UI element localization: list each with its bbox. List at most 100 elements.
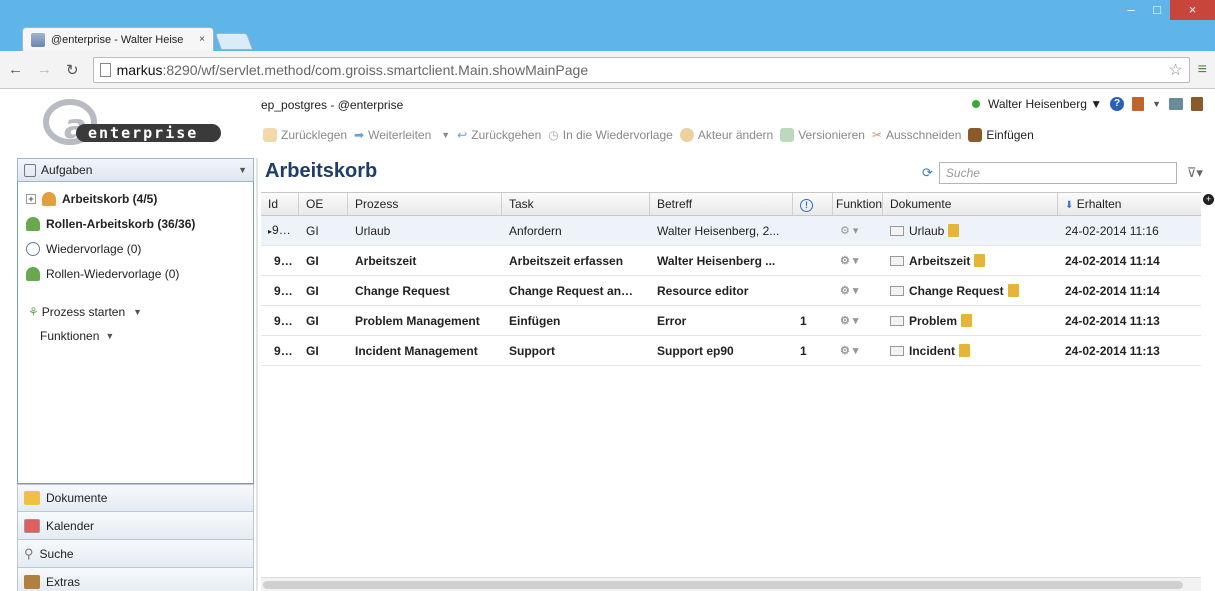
section-suche[interactable]: ⚲ Suche	[17, 540, 254, 568]
user-menu[interactable]: Walter Heisenberg ▼	[988, 97, 1102, 111]
folder-icon	[974, 253, 986, 267]
row-function-menu[interactable]: ⚙ ▾	[833, 306, 883, 336]
row-function-menu[interactable]: ⚙ ▾	[833, 216, 883, 246]
chevron-down-icon[interactable]: ▼	[105, 331, 114, 341]
tree-item-rollen-arbeitskorb[interactable]: Rollen-Arbeitskorb (36/36)	[18, 211, 253, 236]
tab-title: @enterprise - Walter Heise	[51, 33, 184, 46]
tasks-tree: + Arbeitskorb (4/5) Rollen-Arbeitskorb (…	[17, 182, 254, 484]
gear-icon: ⚙	[840, 254, 850, 267]
scrollbar-thumb[interactable]	[263, 581, 1183, 589]
prozess-starten-link[interactable]: ⚘ Prozess starten ▼	[18, 300, 253, 324]
help-icon[interactable]: ?	[1110, 97, 1125, 111]
tasks-panel-header[interactable]: Aufgaben ▼	[17, 158, 254, 182]
funktionen-link[interactable]: Funktionen ▼	[18, 324, 253, 348]
monitor-icon[interactable]	[1169, 98, 1183, 110]
document-link[interactable]: Arbeitszeit	[883, 246, 1058, 276]
version-icon	[780, 128, 795, 142]
tree-item-label: Rollen-Arbeitskorb (36/36)	[46, 216, 196, 231]
tree-item-arbeitskorb[interactable]: + Arbeitskorb (4/5)	[18, 186, 253, 211]
row-function-menu[interactable]: ⚙ ▾	[833, 336, 883, 366]
table-row[interactable]: ▸912 GI Urlaub Anfordern Walter Heisenbe…	[261, 216, 1201, 246]
address-bar[interactable]: markus:8290/wf/servlet.method/com.groiss…	[92, 56, 1190, 83]
expand-icon[interactable]: +	[26, 193, 36, 204]
einfuegen-button[interactable]: Einfügen	[968, 128, 1034, 142]
col-prozess[interactable]: Prozess	[348, 193, 502, 215]
table-row[interactable]: 910 GI Change Request Change Request an……	[261, 276, 1201, 306]
weiterleiten-button[interactable]: ➡ Weiterleiten ▼	[354, 128, 450, 142]
document-link[interactable]: Problem	[883, 306, 1058, 336]
tree-item-rollen-wiedervorlage[interactable]: Rollen-Wiedervorlage (0)	[18, 261, 253, 286]
document-icon	[890, 315, 904, 326]
add-column-icon[interactable]: +	[1203, 194, 1214, 205]
omnibar: ← → ↻ markus:8290/wf/servlet.method/com.…	[0, 51, 1215, 89]
col-task[interactable]: Task	[502, 193, 650, 215]
horizontal-scrollbar[interactable]	[261, 577, 1201, 591]
chevron-down-icon[interactable]: ▼	[238, 165, 247, 175]
document-link[interactable]: Change Request	[883, 276, 1058, 306]
col-erhalten[interactable]: ⬇ Erhalten	[1058, 193, 1201, 215]
versionieren-button[interactable]: Versionieren	[780, 128, 865, 142]
table-row[interactable]: 908 GI Incident Management Support Suppo…	[261, 336, 1201, 366]
document-link[interactable]: Incident	[883, 336, 1058, 366]
chevron-down-icon[interactable]: ▼	[441, 130, 450, 140]
col-priority[interactable]: !	[793, 193, 833, 215]
minimize-button[interactable]: –	[1118, 0, 1144, 20]
wiedervorlage-button[interactable]: ◷ In die Wiedervorlage	[548, 128, 673, 142]
user-icon	[679, 128, 694, 142]
chrome-menu-icon[interactable]: ≡	[1198, 61, 1207, 79]
col-betreff[interactable]: Betreff	[650, 193, 793, 215]
gear-icon: ⚙	[840, 314, 850, 327]
folder-icon	[1007, 283, 1019, 297]
row-function-menu[interactable]: ⚙ ▾	[833, 276, 883, 306]
zurueckgehen-button[interactable]: ↩ Zurückgehen	[457, 128, 541, 142]
browser-tab[interactable]: @enterprise - Walter Heise ×	[22, 27, 214, 51]
paste-icon	[968, 128, 983, 142]
section-dokumente[interactable]: Dokumente	[17, 484, 254, 512]
priority-icon: !	[800, 199, 813, 212]
back-arrow-icon[interactable]: ←	[8, 61, 23, 78]
document-link[interactable]: Urlaub	[883, 216, 1058, 246]
new-tab-button[interactable]	[214, 33, 254, 50]
page-title: Arbeitskorb	[265, 160, 378, 182]
url-text[interactable]: markus:8290/wf/servlet.method/com.groiss…	[117, 62, 1169, 78]
panel-splitter[interactable]	[256, 158, 258, 591]
col-id[interactable]: Id	[261, 193, 299, 215]
online-status-icon	[971, 100, 980, 108]
enterprise-logo: a enterprise	[43, 99, 221, 147]
close-window-button[interactable]: ×	[1170, 0, 1215, 20]
logout-icon[interactable]	[1132, 97, 1145, 111]
book-icon[interactable]	[1191, 97, 1203, 111]
row-function-menu[interactable]: ⚙ ▾	[833, 246, 883, 276]
refresh-icon[interactable]: ⟳	[922, 165, 933, 181]
magnifier-icon: ⚲	[24, 545, 34, 561]
table-row[interactable]: 911 GI Arbeitszeit Arbeitszeit erfassen …	[261, 246, 1201, 276]
document-icon	[890, 225, 904, 236]
user-area: Walter Heisenberg ▼ ? ▼	[971, 97, 1203, 111]
context-label: ep_postgres - @enterprise	[261, 98, 404, 112]
maximize-button[interactable]: □	[1144, 0, 1170, 20]
tree-item-wiedervorlage[interactable]: Wiedervorlage (0)	[18, 236, 253, 261]
bookmark-star-icon[interactable]: ☆	[1168, 60, 1182, 80]
chevron-down-icon[interactable]: ▼	[133, 307, 142, 317]
col-funktion[interactable]: Funktion	[833, 193, 883, 215]
filter-icon[interactable]: ⊽▾	[1187, 165, 1203, 181]
search-input[interactable]	[938, 162, 1177, 184]
col-dokumente[interactable]: Dokumente	[883, 193, 1058, 215]
group-icon	[26, 216, 40, 231]
clock-icon: ◷	[548, 128, 559, 142]
section-kalender[interactable]: Kalender	[17, 512, 254, 540]
zuruecklegen-button[interactable]: Zurücklegen	[263, 128, 347, 142]
clock-icon	[26, 241, 40, 256]
akteur-aendern-button[interactable]: Akteur ändern	[679, 128, 773, 142]
tab-close-icon[interactable]: ×	[199, 34, 205, 45]
gear-icon: ⚙	[840, 344, 850, 357]
table-row[interactable]: 909 GI Problem Management Einfügen Error…	[261, 306, 1201, 336]
forward-arrow-icon[interactable]: →	[37, 61, 52, 78]
reload-icon[interactable]: ↻	[66, 61, 79, 79]
col-oe[interactable]: OE	[299, 193, 348, 215]
dropdown-arrow-icon[interactable]: ▼	[1152, 99, 1161, 109]
ausschneiden-button[interactable]: ✂ Ausschneiden	[872, 128, 961, 142]
section-extras[interactable]: Extras	[17, 568, 254, 591]
document-icon	[890, 345, 904, 356]
person-icon	[42, 191, 56, 206]
